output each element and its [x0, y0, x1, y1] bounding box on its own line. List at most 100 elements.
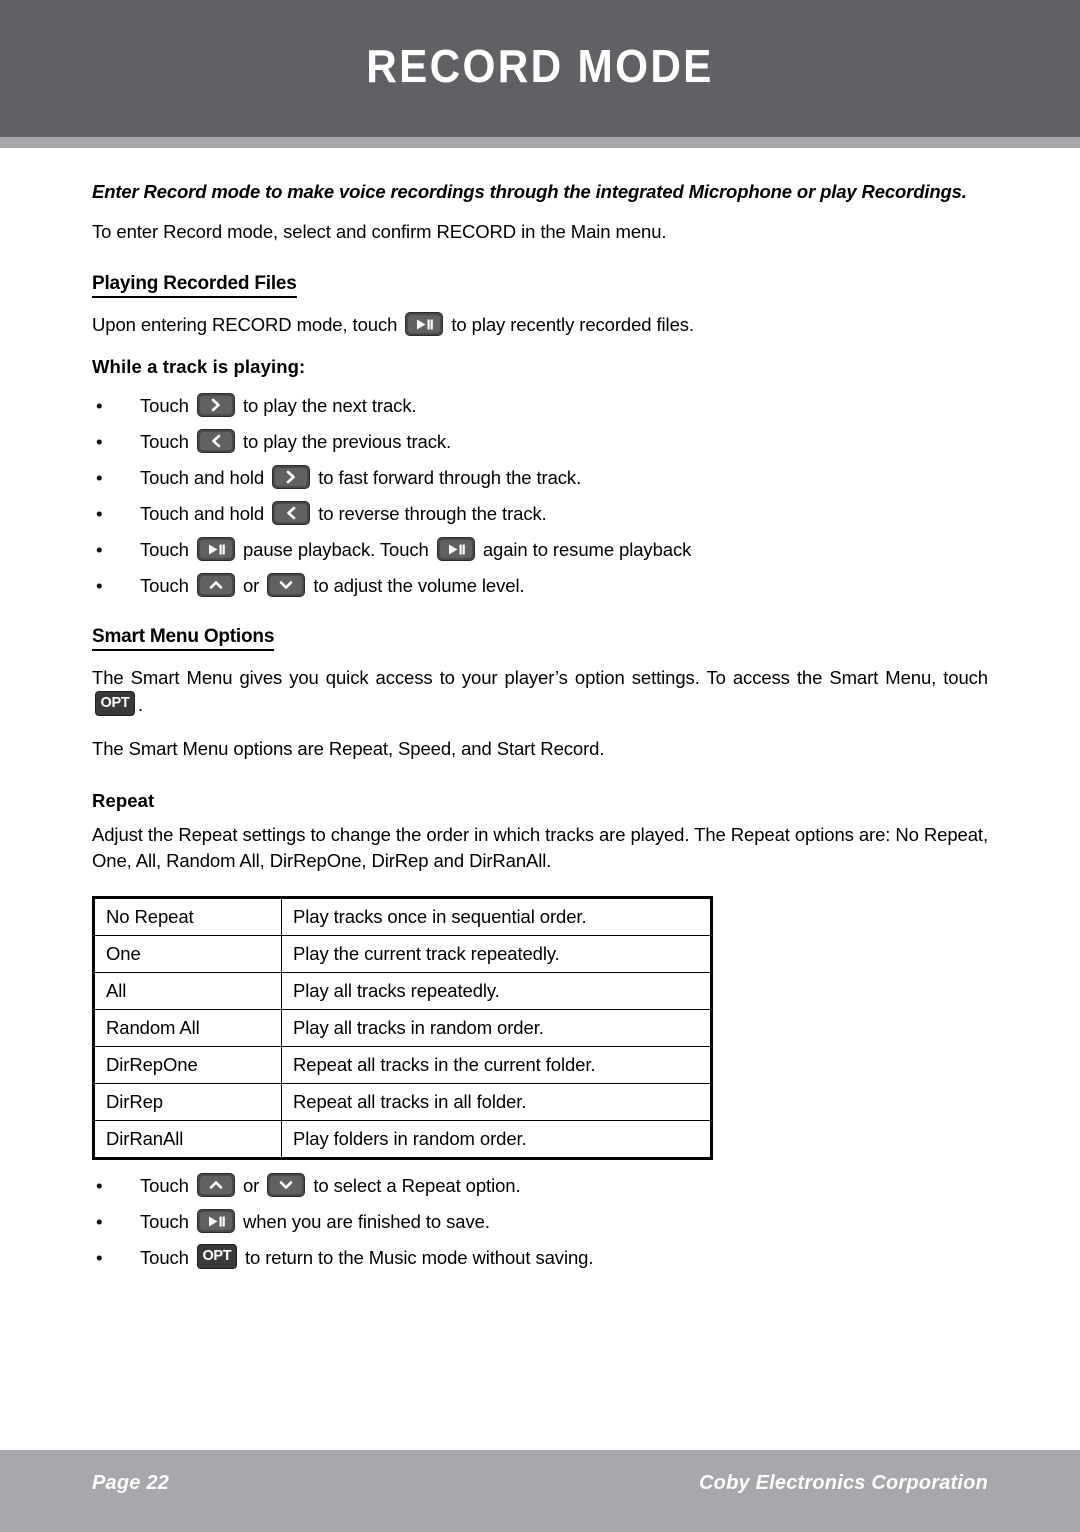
chevron-up-glyph — [209, 581, 223, 589]
chevron-up-glyph — [209, 1181, 223, 1189]
bullet-dot: • — [96, 503, 103, 524]
page-footer-band: Page 22 Coby Electronics Corporation — [0, 1450, 1080, 1532]
bullet-post-text: to fast forward through the track. — [318, 467, 582, 488]
chevron-right-glyph — [211, 398, 220, 412]
next-track-icon[interactable] — [196, 393, 235, 417]
bullet-dot: • — [96, 1211, 103, 1232]
bullet-pre-text: Touch and hold — [140, 503, 265, 524]
table-cell-option: DirRep — [93, 1083, 282, 1121]
header-divider-rule — [0, 137, 1080, 148]
repeat-paragraph: Adjust the Repeat settings to change the… — [92, 824, 988, 871]
play-pause-icon[interactable] — [196, 1209, 235, 1233]
playing-line-pre-text: Upon entering RECORD mode, touch — [92, 314, 398, 335]
volume-up-icon-inner — [199, 576, 232, 594]
reverse-icon-inner — [275, 504, 308, 522]
fast-forward-icon[interactable] — [272, 465, 311, 489]
list-item: • Touch to play the previous track. — [92, 424, 988, 460]
table-row: No Repeat Play tracks once in sequential… — [93, 897, 712, 936]
list-item: • Touch and hold to reverse through the … — [92, 496, 988, 532]
volume-up-icon[interactable] — [196, 573, 235, 597]
repeat-bullets-list: • Touch or to select a Repeat option. • … — [92, 1168, 988, 1276]
section-heading-playing-recorded-files: Playing Recorded Files — [92, 273, 297, 298]
bullet-pre-text: Touch — [140, 395, 189, 416]
section-playing-recorded-files: Playing Recorded Files — [92, 273, 988, 298]
section-heading-smart-menu-options: Smart Menu Options — [92, 626, 274, 651]
opt-button-label: OPT — [100, 695, 130, 712]
smart-menu-pre-text: The Smart Menu gives you quick access to… — [92, 667, 988, 688]
bullet-mid-text: pause playback. Touch — [242, 539, 429, 560]
bullet-post-text: to play the previous track. — [242, 431, 452, 452]
table-cell-description: Repeat all tracks in all folder. — [281, 1083, 712, 1121]
bullet-post-text: to return to the Music mode without savi… — [244, 1247, 594, 1268]
bullet-post-text: to reverse through the track. — [318, 503, 547, 524]
list-item: • Touch and hold to fast forward through… — [92, 460, 988, 496]
bullet-mid-text: or — [242, 1175, 260, 1196]
previous-track-icon[interactable] — [196, 429, 235, 453]
reverse-icon[interactable] — [272, 501, 311, 525]
bullet-pre-text: Touch — [140, 1247, 189, 1268]
list-item: • Touch when you are finished to save. — [92, 1204, 988, 1240]
opt-button-icon[interactable]: OPT — [196, 1244, 237, 1269]
table-cell-option: DirRanAll — [93, 1120, 282, 1159]
volume-down-icon[interactable] — [267, 573, 306, 597]
list-item: • Touch OPT to return to the Music mode … — [92, 1240, 988, 1276]
play-pause-icon[interactable] — [196, 537, 235, 561]
smart-menu-paragraph: The Smart Menu gives you quick access to… — [92, 665, 988, 718]
chevron-right-glyph — [286, 470, 295, 484]
smart-menu-post-text: . — [138, 694, 144, 715]
subheading-repeat: Repeat — [92, 790, 155, 811]
table-row: All Play all tracks repeatedly. — [93, 972, 712, 1010]
table-row: Random All Play all tracks in random ord… — [93, 1009, 712, 1047]
footer-page-number: Page 22 — [92, 1472, 170, 1494]
bullet-dot: • — [96, 431, 103, 452]
table-cell-description: Play all tracks in random order. — [281, 1009, 712, 1047]
table-cell-option: No Repeat — [93, 897, 282, 936]
bullet-pre-text: Touch — [140, 431, 189, 452]
table-cell-option: DirRepOne — [93, 1046, 282, 1084]
footer-corporation-name: Coby Electronics Corporation — [699, 1472, 988, 1494]
bullet-dot: • — [96, 1175, 103, 1196]
volume-down-icon-inner — [270, 1176, 303, 1194]
volume-down-icon[interactable] — [267, 1173, 306, 1197]
table-row: One Play the current track repeatedly. — [93, 935, 712, 973]
play-pause-glyph — [448, 544, 465, 554]
bullet-dot: • — [96, 395, 103, 416]
table-cell-description: Play all tracks repeatedly. — [281, 972, 712, 1010]
playing-recorded-files-line: Upon entering RECORD mode, touch to play… — [92, 312, 988, 338]
table-row: DirRep Repeat all tracks in all folder. — [93, 1083, 712, 1121]
repeat-options-table: No Repeat Play tracks once in sequential… — [92, 896, 713, 1160]
play-pause-icon[interactable] — [405, 312, 444, 336]
list-item: • Touch or to select a Repeat option. — [92, 1168, 988, 1204]
table-cell-option: One — [93, 935, 282, 973]
play-pause-icon-inner — [408, 315, 441, 333]
chevron-down-glyph — [279, 581, 293, 589]
bullet-dot: • — [96, 539, 103, 560]
play-pause-glyph — [417, 319, 434, 329]
table-cell-option: Random All — [93, 1009, 282, 1047]
bullet-pre-text: Touch — [140, 1211, 189, 1232]
table-cell-description: Repeat all tracks in the current folder. — [281, 1046, 712, 1084]
bullet-post-text: again to resume playback — [482, 539, 692, 560]
list-item: • Touch to play the next track. — [92, 388, 988, 424]
chevron-left-glyph — [212, 434, 221, 448]
table-row: DirRepOne Repeat all tracks in the curre… — [93, 1046, 712, 1084]
fast-forward-icon-inner — [275, 468, 308, 486]
next-track-icon-inner — [199, 396, 232, 414]
playing-line-post-text: to play recently recorded files. — [451, 314, 694, 335]
play-pause-icon-inner — [439, 540, 472, 558]
playing-bullets-list: • Touch to play the next track. • Touch … — [92, 388, 988, 604]
play-pause-glyph — [208, 544, 225, 554]
list-item: • Touch pause playback. Touch again to r… — [92, 532, 988, 568]
volume-up-icon[interactable] — [196, 1173, 235, 1197]
opt-button-icon[interactable]: OPT — [95, 691, 135, 716]
table-row: DirRanAll Play folders in random order. — [93, 1120, 712, 1159]
play-pause-icon[interactable] — [436, 537, 475, 561]
bullet-mid-text: or — [242, 575, 260, 596]
bullet-pre-text: Touch and hold — [140, 467, 265, 488]
volume-down-icon-inner — [270, 576, 303, 594]
chevron-left-glyph — [287, 506, 296, 520]
page-title: RECORD MODE — [366, 40, 714, 92]
table-cell-description: Play folders in random order. — [281, 1120, 712, 1159]
bullet-post-text: to play the next track. — [242, 395, 417, 416]
list-item: • Touch or to adjust the volume level. — [92, 568, 988, 604]
